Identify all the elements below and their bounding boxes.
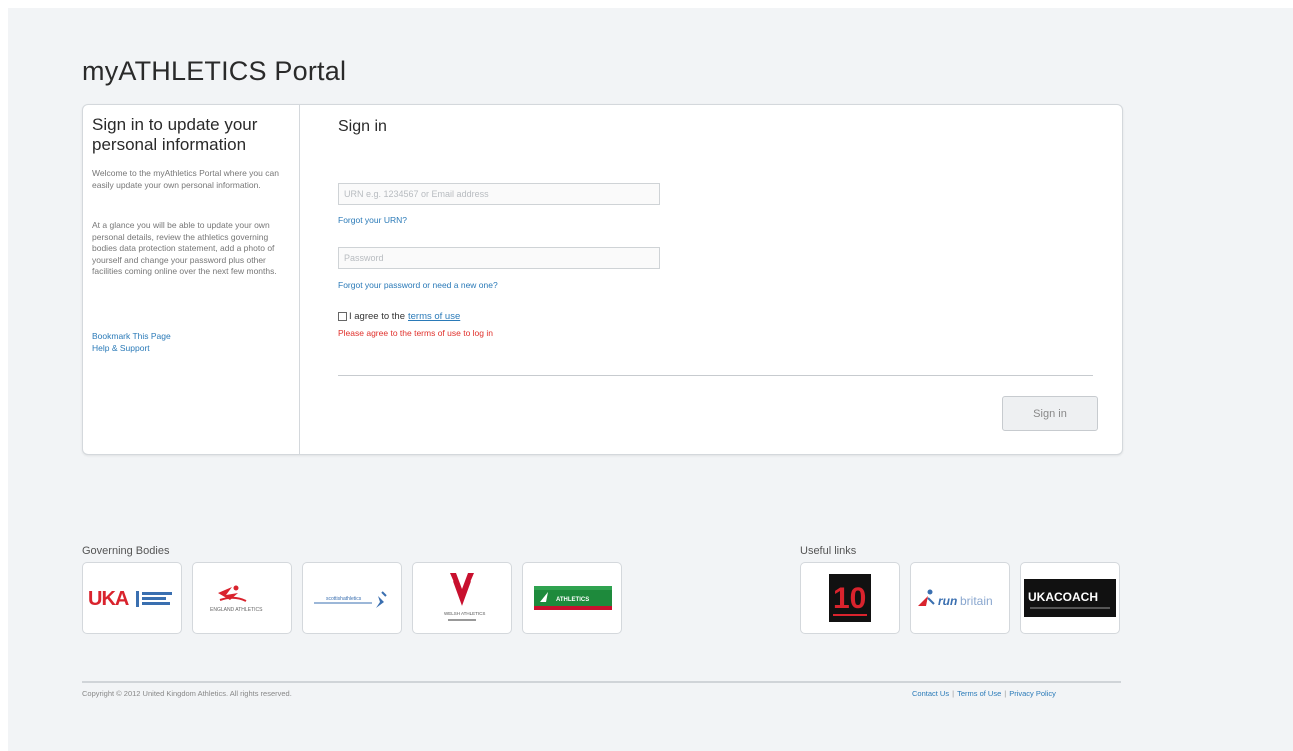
england-athletics-logo-tile[interactable]: ENGLAND ATHLETICS <box>192 562 292 634</box>
urn-email-input[interactable] <box>338 183 660 205</box>
form-divider <box>338 375 1093 376</box>
10k-logo: 10 <box>829 574 871 622</box>
runbritain-run-text: run <box>938 594 957 608</box>
athletics-ni-text: ATHLETICS <box>556 597 589 603</box>
terms-of-use-link[interactable]: terms of use <box>408 311 460 322</box>
copyright-text: Copyright © 2012 United Kingdom Athletic… <box>82 689 292 698</box>
password-input[interactable] <box>338 247 660 269</box>
uka-logo-text: UKA <box>88 588 129 610</box>
uka-logo-tile[interactable]: UKA <box>82 562 182 634</box>
signin-heading: Sign in <box>338 118 387 135</box>
sidebar-heading: Sign in to update your personal informat… <box>92 115 258 154</box>
page-title: myATHLETICS Portal <box>82 56 347 86</box>
welsh-athletics-logo-tile[interactable]: WELSH ATHLETICS <box>412 562 512 634</box>
footer-links: Contact Us | Terms of Use | Privacy Policy <box>912 689 1056 698</box>
bookmark-page-link[interactable]: Bookmark This Page <box>92 331 171 341</box>
terms-of-use-footer-link[interactable]: Terms of Use <box>957 689 1001 698</box>
signin-form: Sign in Forgot your URN? Forgot your pas… <box>300 105 1122 454</box>
footer-separator: | <box>1004 689 1007 698</box>
scottish-athletics-logo: scottishathletics <box>314 591 387 608</box>
runbritain-logo-tile[interactable]: run britain <box>910 562 1010 634</box>
england-athletics-logo: ENGLAND ATHLETICS <box>210 585 263 613</box>
uka-logo: UKA <box>88 588 172 610</box>
info-sidebar: Sign in to update your personal informat… <box>83 105 300 454</box>
forgot-password-link[interactable]: Forgot your password or need a new one? <box>338 280 498 290</box>
signin-panel: Sign in to update your personal informat… <box>82 104 1123 455</box>
privacy-policy-link[interactable]: Privacy Policy <box>1009 689 1056 698</box>
scottish-athletics-text: scottishathletics <box>326 596 362 602</box>
terms-error-message: Please agree to the terms of use to log … <box>338 328 493 338</box>
scottish-athletics-logo-tile[interactable]: scottishathletics <box>302 562 402 634</box>
10k-logo-tile[interactable]: 10 <box>800 562 900 634</box>
footer-divider <box>82 681 1121 683</box>
footer-separator: | <box>952 689 955 698</box>
help-support-link[interactable]: Help & Support <box>92 343 150 353</box>
welsh-athletics-text: WELSH ATHLETICS <box>444 611 485 616</box>
signin-button[interactable]: Sign in <box>1002 396 1098 431</box>
uka-coach-logo: UKACOACH <box>1024 579 1116 617</box>
welsh-athletics-logo: WELSH ATHLETICS <box>444 573 485 621</box>
runbritain-logo: run britain <box>918 589 993 608</box>
uka-coach-text: UKACOACH <box>1028 590 1098 604</box>
terms-checkbox[interactable] <box>338 312 347 321</box>
sidebar-details-text: At a glance you will be able to update y… <box>92 220 277 276</box>
england-athletics-text: ENGLAND ATHLETICS <box>210 607 263 613</box>
governing-bodies-title: Governing Bodies <box>82 545 170 557</box>
athletics-ni-logo-tile[interactable]: ATHLETICS <box>522 562 622 634</box>
forgot-urn-link[interactable]: Forgot your URN? <box>338 215 407 225</box>
useful-links-title: Useful links <box>800 545 857 557</box>
terms-agreement: I agree to the terms of use <box>338 311 460 322</box>
sidebar-intro-text: Welcome to the myAthletics Portal where … <box>92 168 279 190</box>
runbritain-britain-text: britain <box>960 594 993 608</box>
uka-coach-logo-tile[interactable]: UKACOACH <box>1020 562 1120 634</box>
agree-label: I agree to the <box>349 311 405 322</box>
contact-us-link[interactable]: Contact Us <box>912 689 949 698</box>
10k-logo-text: 10 <box>833 582 866 615</box>
athletics-ni-logo: ATHLETICS <box>534 586 612 610</box>
